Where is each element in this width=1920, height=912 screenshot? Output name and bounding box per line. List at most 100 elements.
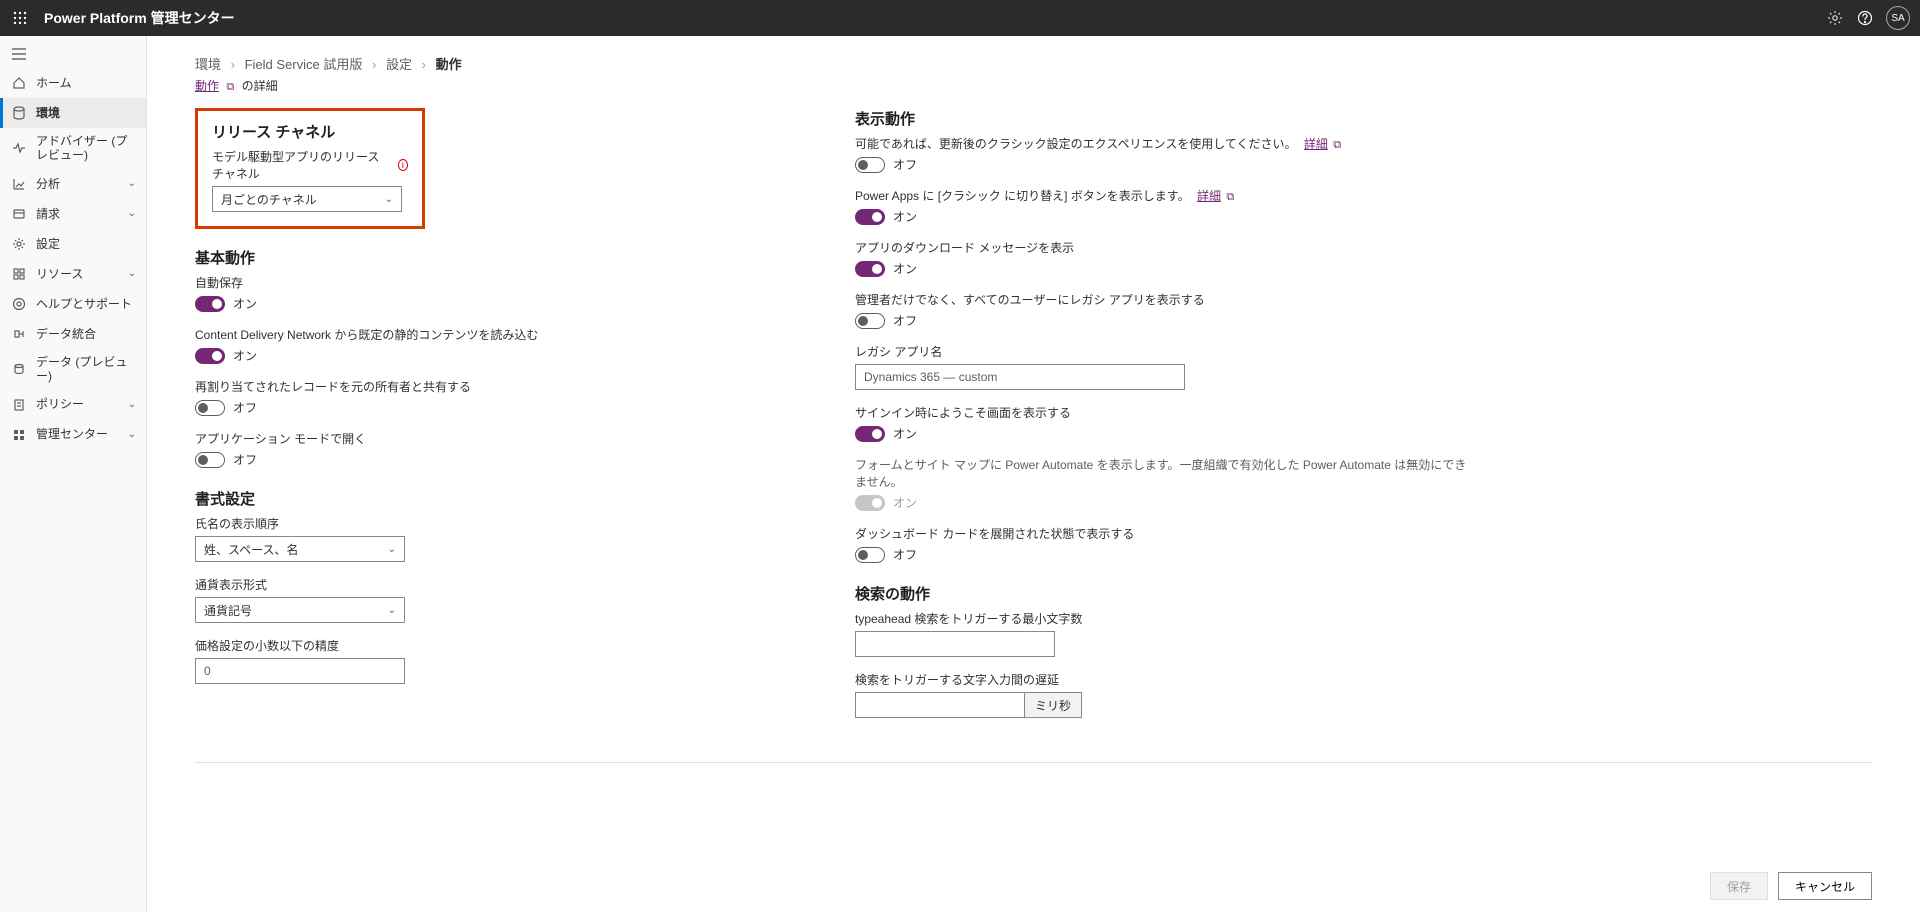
nameorder-dropdown[interactable]: 姓、スペース、名 ⌄: [195, 536, 405, 562]
delay-label: 検索をトリガーする文字入力間の遅延: [855, 671, 1475, 688]
chevron-down-icon: ⌄: [388, 544, 396, 555]
cancel-button[interactable]: キャンセル: [1778, 872, 1872, 900]
precision-input[interactable]: [195, 658, 405, 684]
legacyname-input[interactable]: [855, 364, 1185, 390]
app-launcher-icon[interactable]: [10, 8, 30, 28]
download-desc: アプリのダウンロード メッセージを表示: [855, 239, 1475, 256]
chevron-down-icon: ⌄: [128, 178, 136, 189]
switchclassic-toggle[interactable]: [855, 209, 885, 225]
dataint-icon: [10, 327, 28, 341]
user-avatar[interactable]: SA: [1886, 6, 1910, 30]
breadcrumb: 環境 › Field Service 試用版 › 設定 › 動作: [195, 54, 1872, 73]
release-channel-dropdown[interactable]: 月ごとのチャネル ⌄: [212, 186, 402, 212]
sidebar-item-home[interactable]: ホーム: [0, 68, 146, 98]
chevron-down-icon: ⌄: [128, 429, 136, 440]
sidebar-item-label: アドバイザー (プレビュー): [36, 134, 136, 163]
chevron-down-icon: ⌄: [128, 399, 136, 410]
details-link-row: 動作 ⧉ の詳細: [195, 77, 1872, 94]
sidebar-item-analytics[interactable]: 分析⌄: [0, 169, 146, 199]
currency-label: 通貨表示形式: [195, 576, 795, 593]
sidebar-item-advisor[interactable]: アドバイザー (プレビュー): [0, 128, 146, 169]
footer-actions: 保存 キャンセル: [147, 860, 1920, 912]
header-title: Power Platform 管理センター: [44, 8, 235, 28]
appmode-label: アプリケーション モードで開く: [195, 430, 795, 447]
precision-label: 価格設定の小数以下の精度: [195, 637, 795, 654]
sidebar-item-label: データ統合: [36, 327, 136, 341]
gear-icon[interactable]: [1820, 3, 1850, 33]
welcome-desc: サインイン時にようこそ画面を表示する: [855, 404, 1475, 421]
autosave-label: 自動保存: [195, 274, 795, 291]
delay-input[interactable]: [855, 692, 1025, 718]
datap-icon: [10, 362, 28, 376]
sidebar-item-label: リソース: [36, 267, 128, 281]
release-channel-label: モデル駆動型アプリのリリース チャネル i: [212, 148, 408, 182]
breadcrumb-item[interactable]: Field Service 試用版: [245, 57, 363, 72]
search-behavior-title: 検索の動作: [855, 583, 1475, 604]
sidebar-item-billing[interactable]: 請求⌄: [0, 199, 146, 229]
chevron-down-icon: ⌄: [385, 194, 393, 205]
behavior-details-link[interactable]: 動作: [195, 79, 219, 93]
env-icon: [10, 106, 28, 120]
legacy-desc: 管理者だけでなく、すべてのユーザーにレガシ アプリを表示する: [855, 291, 1475, 308]
classic-desc: 可能であれば、更新後のクラシック設定のエクスペリエンスを使用してください。 詳細…: [855, 135, 1475, 152]
sidebar-item-policy[interactable]: ポリシー⌄: [0, 390, 146, 420]
help-icon: [10, 297, 28, 311]
delay-suffix: ミリ秒: [1025, 692, 1082, 718]
breadcrumb-item[interactable]: 設定: [386, 57, 412, 72]
sidebar-item-settings[interactable]: 設定: [0, 229, 146, 259]
sidebar-item-label: ポリシー: [36, 397, 128, 411]
sidebar-item-label: 管理センター: [36, 427, 128, 441]
autosave-toggle[interactable]: [195, 296, 225, 312]
automate-desc: フォームとサイト マップに Power Automate を表示します。一度組織…: [855, 456, 1475, 490]
sidebar-item-help[interactable]: ヘルプとサポート: [0, 289, 146, 319]
legacyname-label: レガシ アプリ名: [855, 343, 1475, 360]
sidebar-item-resources[interactable]: リソース⌄: [0, 259, 146, 289]
download-toggle[interactable]: [855, 261, 885, 277]
sidebar-item-env[interactable]: 環境: [0, 98, 146, 128]
chart-icon: [10, 177, 28, 191]
typeahead-label: typeahead 検索をトリガーする最小文字数: [855, 610, 1475, 627]
sidebar-item-label: 設定: [36, 237, 136, 251]
switchclassic-desc: Power Apps に [クラシック に切り替え] ボタンを表示します。 詳細…: [855, 187, 1475, 204]
sidebar-item-admincenter[interactable]: 管理センター⌄: [0, 420, 146, 450]
classic-details-link[interactable]: 詳細: [1304, 137, 1328, 151]
sidebar: ホーム環境アドバイザー (プレビュー)分析⌄請求⌄設定リソース⌄ヘルプとサポート…: [0, 36, 147, 912]
dashboard-desc: ダッシュボード カードを展開された状態で表示する: [855, 525, 1475, 542]
welcome-toggle[interactable]: [855, 426, 885, 442]
currency-dropdown[interactable]: 通貨記号 ⌄: [195, 597, 405, 623]
classic-toggle[interactable]: [855, 157, 885, 173]
pulse-icon: [10, 141, 28, 155]
display-behavior-title: 表示動作: [855, 108, 1475, 129]
external-link-icon: ⧉: [1226, 191, 1234, 203]
sidebar-item-label: 請求: [36, 207, 128, 221]
appmode-toggle[interactable]: [195, 452, 225, 468]
breadcrumb-item[interactable]: 環境: [195, 57, 221, 72]
dashboard-toggle[interactable]: [855, 547, 885, 563]
basic-behavior-title: 基本動作: [195, 247, 795, 268]
sidebar-item-label: データ (プレビュー): [36, 355, 136, 384]
chevron-down-icon: ⌄: [128, 208, 136, 219]
sidebar-item-datapreview[interactable]: データ (プレビュー): [0, 349, 146, 390]
typeahead-input[interactable]: [855, 631, 1055, 657]
automate-toggle: [855, 495, 885, 511]
bill-icon: [10, 207, 28, 221]
sidebar-item-label: 分析: [36, 177, 128, 191]
release-channel-title: リリース チャネル: [212, 121, 408, 142]
home-icon: [10, 76, 28, 90]
info-icon[interactable]: i: [398, 159, 408, 171]
reassign-toggle[interactable]: [195, 400, 225, 416]
sidebar-item-label: ヘルプとサポート: [36, 297, 136, 311]
gear-icon: [10, 237, 28, 251]
legacy-toggle[interactable]: [855, 313, 885, 329]
external-link-icon: ⧉: [226, 81, 234, 93]
admin-icon: [10, 428, 28, 442]
cdn-toggle[interactable]: [195, 348, 225, 364]
sidebar-item-dataint[interactable]: データ統合: [0, 319, 146, 349]
save-button: 保存: [1710, 872, 1768, 900]
switchclassic-details-link[interactable]: 詳細: [1197, 189, 1221, 203]
breadcrumb-current: 動作: [436, 57, 462, 72]
help-icon[interactable]: [1850, 3, 1880, 33]
res-icon: [10, 267, 28, 281]
chevron-down-icon: ⌄: [128, 268, 136, 279]
sidebar-collapse-icon[interactable]: [0, 40, 146, 68]
